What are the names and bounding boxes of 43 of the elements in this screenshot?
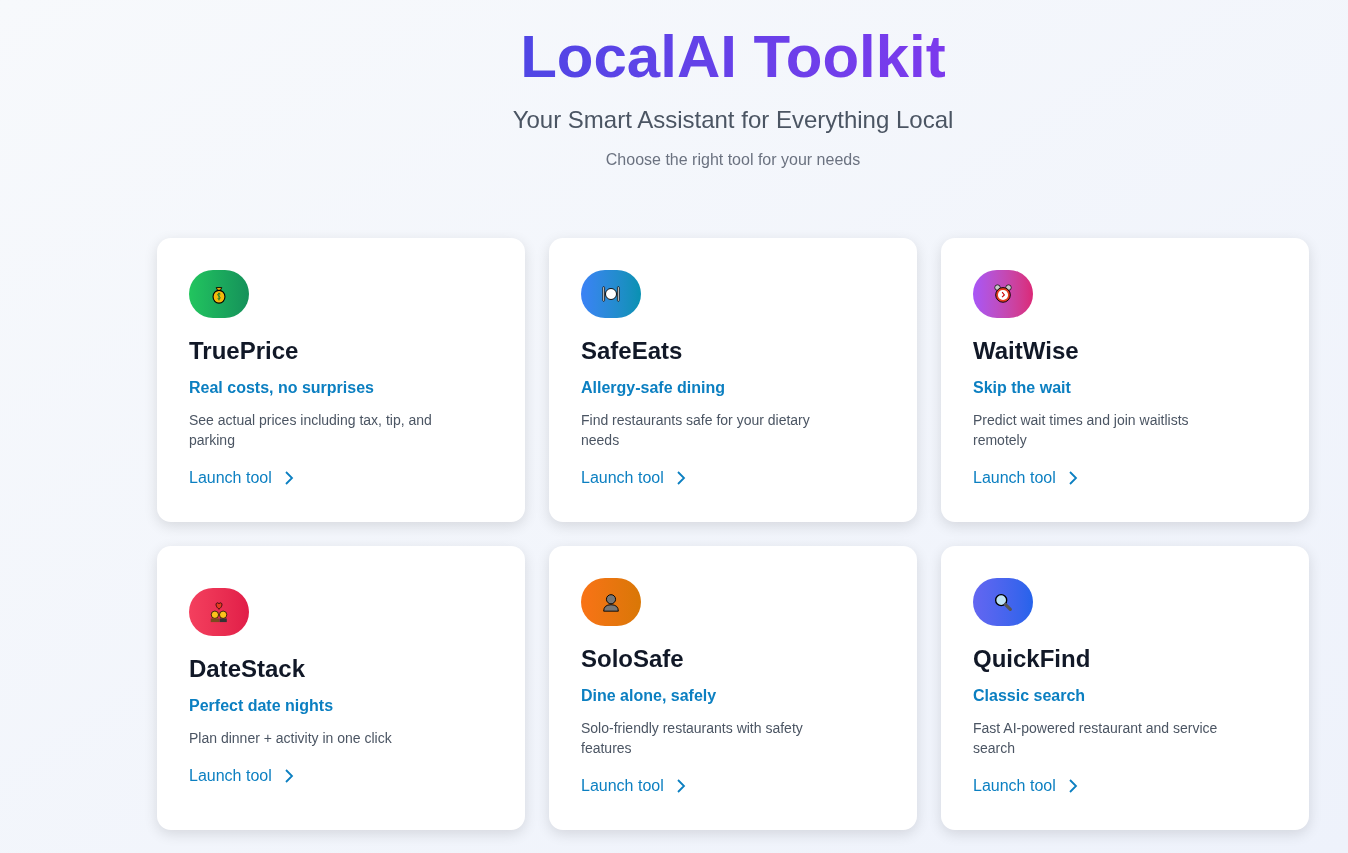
tool-title: QuickFind <box>973 644 1092 674</box>
tool-tagline: Dine alone, safely <box>581 686 718 706</box>
tool-card[interactable]: SoloSafe Dine alone, safely Solo-friendly restaurants with safety features Launch tool <box>549 546 917 830</box>
hint-text: Choose the right tool for your needs <box>605 150 861 170</box>
launch-tool-link[interactable]: Launch tool <box>189 466 294 490</box>
tool-description: Solo-friendly restaurants with safety features <box>581 719 804 758</box>
alarm-clock-icon <box>992 283 1014 305</box>
chevron-right-icon <box>1067 471 1078 485</box>
launch-tool-link[interactable]: Launch tool <box>189 764 294 788</box>
person-icon <box>600 591 622 613</box>
tool-tagline: Real costs, no surprises <box>189 378 375 398</box>
tool-description: Plan dinner + activity in one click <box>189 729 393 748</box>
chevron-right-icon <box>283 471 294 485</box>
tool-card[interactable]: SafeEats Allergy-safe dining Find restaurants safe for your dietary needs Launch tool <box>549 238 917 522</box>
tool-description: Predict wait times and join waitlists remotely <box>973 411 1190 450</box>
chevron-right-icon <box>675 471 686 485</box>
tool-title: WaitWise <box>973 336 1080 366</box>
tool-card[interactable]: DateStack Perfect date nights Plan dinner + activity in one click Launch tool <box>157 546 525 830</box>
launch-tool-link[interactable]: Launch tool <box>973 466 1078 490</box>
tool-tagline: Perfect date nights <box>189 696 335 716</box>
tool-description: See actual prices including tax, tip, and parking <box>189 411 433 450</box>
tool-title: TruePrice <box>189 336 300 366</box>
tool-title: DateStack <box>189 654 307 684</box>
tool-title: SafeEats <box>581 336 684 366</box>
chevron-right-icon <box>1067 779 1078 793</box>
couple-heart-icon <box>208 601 230 623</box>
chevron-right-icon <box>675 779 686 793</box>
chevron-right-icon <box>283 769 294 783</box>
tool-tagline: Allergy-safe dining <box>581 378 727 398</box>
tool-card[interactable]: QuickFind Classic search Fast AI-powered restaurant and service search Launch tool <box>941 546 1309 830</box>
launch-tool-link[interactable]: Launch tool <box>581 774 686 798</box>
launch-tool-link[interactable]: Launch tool <box>581 466 686 490</box>
tool-tagline: Skip the wait <box>973 378 1072 398</box>
tool-description: Fast AI-powered restaurant and service search <box>973 719 1219 758</box>
tool-card[interactable]: WaitWise Skip the wait Predict wait times and join waitlists remotely Launch tool <box>941 238 1309 522</box>
tool-description: Find restaurants safe for your dietary needs <box>581 411 811 450</box>
tool-title: SoloSafe <box>581 644 685 674</box>
search-icon <box>992 591 1014 613</box>
launch-tool-link[interactable]: Launch tool <box>973 774 1078 798</box>
plate-cutlery-icon <box>600 283 622 305</box>
tool-card[interactable]: TruePrice Real costs, no surprises See actual prices including tax, tip, and parking Launch tool <box>157 238 525 522</box>
tool-tagline: Classic search <box>973 686 1087 706</box>
subtitle: Your Smart Assistant for Everything Local <box>512 105 954 135</box>
